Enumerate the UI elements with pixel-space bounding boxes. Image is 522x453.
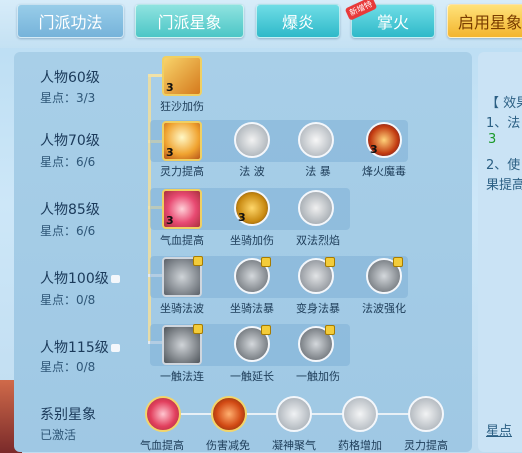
lock-icon — [325, 325, 335, 335]
touch-extend-skill-icon[interactable] — [234, 325, 271, 362]
lock-icon — [193, 324, 203, 334]
row-title: 人物100级 — [40, 268, 120, 288]
row-title: 系别星象 — [40, 407, 96, 423]
button-label: 启用星象 — [458, 13, 522, 32]
row-stars: 星点：6/6 — [40, 224, 96, 238]
tree-connector — [148, 74, 162, 77]
spirit-boost-skill-icon[interactable]: 3 — [162, 121, 202, 161]
lock-icon — [325, 257, 335, 267]
skill-label: 坐骑法暴 — [230, 302, 274, 315]
tab-label: 门派星象 — [157, 13, 222, 32]
row-title: 人物85级 — [40, 202, 100, 218]
row-stars: 星点：0/8 — [40, 360, 96, 374]
series-hp-boost-icon[interactable] — [145, 396, 181, 432]
enable-constellation-button[interactable]: 启用星象 — [447, 4, 522, 38]
series-spirit-boost-icon[interactable] — [408, 396, 444, 432]
tab-label: 掌火 — [376, 13, 409, 32]
effect-line: 1、法 — [486, 116, 521, 131]
skill-label: 坐骑法波 — [160, 302, 204, 315]
skill-label: 坐骑加伤 — [230, 234, 274, 247]
tab-sect-skills[interactable]: 门派功法 — [17, 4, 124, 38]
skill-level: 3 — [166, 81, 174, 94]
tab-zhanghuo[interactable]: 新增特 掌火 — [344, 0, 435, 38]
skill-label: 气血提高 — [160, 234, 204, 247]
constellation-panel — [14, 52, 472, 452]
row-title: 人物115级 — [40, 337, 120, 357]
series-damage-reduction-icon[interactable] — [211, 396, 247, 432]
skill-level: 3 — [370, 143, 378, 156]
skill-label: 一触延长 — [230, 370, 274, 383]
effect-line: 2、使 — [486, 158, 521, 173]
skill-label: 一触加伤 — [296, 370, 340, 383]
effect-line: 果提高 — [486, 178, 522, 193]
row-title-text: 人物100级 — [40, 271, 109, 287]
skill-label: 狂沙加伤 — [160, 100, 204, 113]
skill-label: 药格增加 — [338, 439, 382, 452]
magic-wave-skill-icon[interactable] — [234, 122, 270, 158]
tab-sect-constellation[interactable]: 门派星象 — [135, 4, 244, 38]
star-points-link[interactable]: 星点 — [486, 420, 512, 439]
beacon-poison-skill-icon[interactable]: 3 — [366, 122, 402, 158]
row-stars: 已激活 — [40, 428, 77, 442]
row-title: 人物70级 — [40, 133, 100, 149]
wave-enhance-skill-icon[interactable] — [366, 257, 403, 294]
effect-heading: 【 效果 — [486, 96, 522, 111]
skill-level: 3 — [238, 211, 246, 224]
tab-baoyan[interactable]: 爆炎 — [256, 4, 340, 38]
row-title-text: 人物115级 — [40, 340, 109, 356]
hp-boost-skill-icon[interactable]: 3 — [162, 189, 202, 229]
magic-crit-skill-icon[interactable] — [298, 122, 334, 158]
row-stars: 星点：0/8 — [40, 293, 96, 307]
skill-label: 双法烈焰 — [296, 234, 340, 247]
dual-flame-skill-icon[interactable] — [298, 190, 334, 226]
tab-label: 爆炎 — [281, 13, 314, 32]
skill-label: 法 波 — [239, 165, 265, 178]
lock-icon — [193, 256, 203, 266]
skill-label: 伤害减免 — [206, 439, 250, 452]
series-focus-icon[interactable] — [276, 396, 312, 432]
skill-label: 一触法连 — [160, 370, 204, 383]
row-stars: 星点：3/3 — [40, 91, 96, 105]
skill-label: 凝神聚气 — [272, 439, 316, 452]
effect-value: 3 — [488, 132, 497, 147]
top-tab-bar: 门派功法 门派星象 爆炎 新增特 掌火 启用星象 — [0, 0, 522, 48]
touch-damage-skill-icon[interactable] — [298, 325, 335, 362]
skill-level: 3 — [166, 214, 174, 227]
series-medicine-icon[interactable] — [342, 396, 378, 432]
skill-label: 烽火魔毒 — [362, 165, 406, 178]
lock-icon — [110, 275, 120, 283]
mount-crit-skill-icon[interactable] — [234, 257, 271, 294]
mount-damage-skill-icon[interactable]: 3 — [234, 190, 270, 226]
lock-icon — [110, 344, 120, 352]
lock-icon — [261, 325, 271, 335]
skill-label: 气血提高 — [140, 439, 184, 452]
mount-wave-skill-icon[interactable] — [162, 256, 203, 297]
skill-label: 法 暴 — [305, 165, 331, 178]
new-badge: 新增特 — [344, 0, 378, 21]
row-stars: 星点：6/6 — [40, 155, 96, 169]
row-title: 人物60级 — [40, 70, 100, 86]
sand-damage-skill-icon[interactable]: 3 — [162, 56, 202, 96]
skill-level: 3 — [166, 146, 174, 159]
tab-label: 门派功法 — [38, 13, 103, 32]
skill-label: 灵力提高 — [404, 439, 448, 452]
lock-icon — [261, 257, 271, 267]
skill-label: 灵力提高 — [160, 165, 204, 178]
touch-chain-skill-icon[interactable] — [162, 324, 203, 365]
skill-label: 变身法暴 — [296, 302, 340, 315]
skill-label: 法波强化 — [362, 302, 406, 315]
transform-crit-skill-icon[interactable] — [298, 257, 335, 294]
lock-icon — [393, 257, 403, 267]
